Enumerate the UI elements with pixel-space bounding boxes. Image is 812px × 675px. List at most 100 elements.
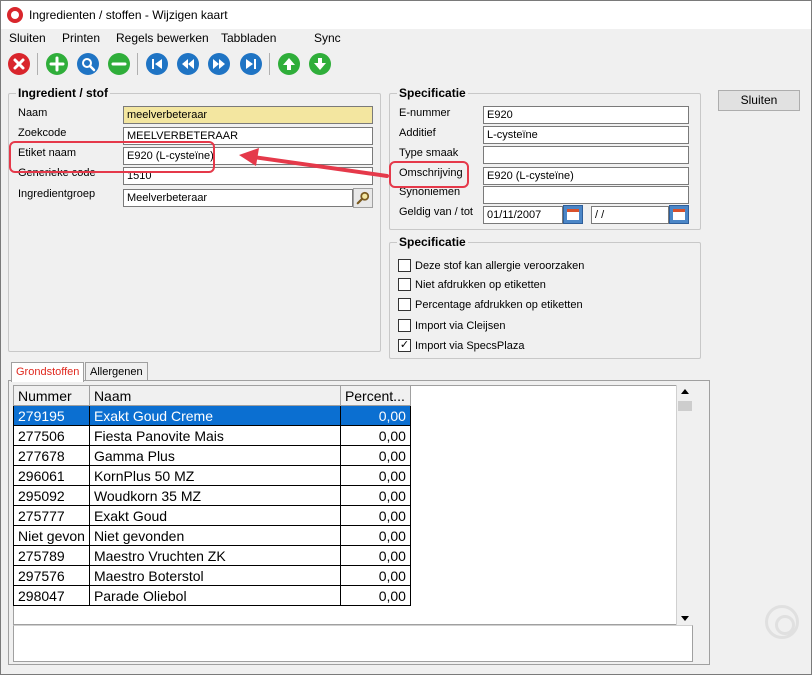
cleijsen-checkbox[interactable] [398, 319, 411, 332]
omschrijving-highlight [389, 161, 469, 188]
magnifier-icon [356, 191, 370, 205]
add-button[interactable] [45, 52, 69, 76]
etiket-naam-highlight [9, 141, 215, 173]
scroll-thumb[interactable] [678, 401, 692, 411]
table-row[interactable]: 298047 Parade Oliebol 0,00 [13, 585, 411, 606]
table-row[interactable]: 275789 Maestro Vruchten ZK 0,00 [13, 545, 411, 566]
first-record-button[interactable] [145, 52, 169, 76]
menu-sluiten[interactable]: Sluiten [9, 31, 46, 45]
geldig-van-field[interactable]: 01/11/2007 [483, 206, 563, 224]
title-bar: Ingredienten / stoffen - Wijzigen kaart [1, 1, 811, 29]
next-icon [208, 53, 230, 75]
menu-bar: Sluiten Printen Regels bewerken Tabblade… [1, 29, 811, 49]
toolbar [1, 49, 811, 79]
cell-nummer: 275789 [13, 545, 90, 566]
cell-nummer: 296061 [13, 465, 90, 486]
cell-naam: Woudkorn 35 MZ [88, 485, 341, 506]
add-icon [46, 53, 68, 75]
allergie-label: Deze stof kan allergie veroorzaken [415, 260, 585, 272]
cell-naam: Maestro Boterstol [88, 565, 341, 586]
e-nummer-field[interactable]: E920 [483, 106, 689, 124]
naam-field[interactable]: meelverbeteraar [123, 106, 373, 124]
main-window: Ingredienten / stoffen - Wijzigen kaart … [0, 0, 812, 675]
grid-vertical-scrollbar[interactable] [676, 385, 693, 625]
cell-naam: Exakt Goud Creme [88, 405, 341, 426]
type-smaak-field[interactable] [483, 146, 689, 164]
table-row[interactable]: Niet gevon Niet gevonden 0,00 [13, 525, 411, 546]
table-row[interactable]: 297576 Maestro Boterstol 0,00 [13, 565, 411, 586]
column-header-percent[interactable]: Percent... [339, 385, 411, 406]
cell-nummer: Niet gevon [13, 525, 90, 546]
column-header-naam[interactable]: Naam [88, 385, 341, 406]
previous-icon [177, 53, 199, 75]
next-record-button[interactable] [207, 52, 231, 76]
omschrijving-field[interactable]: E920 (L-cysteïne) [483, 167, 689, 185]
close-record-button[interactable] [7, 52, 31, 76]
scroll-up-icon[interactable] [681, 389, 689, 394]
menu-regels-bewerken[interactable]: Regels bewerken [116, 31, 209, 45]
menu-sync[interactable]: Sync [314, 31, 341, 45]
niet-afdrukken-label: Niet afdrukken op etiketten [415, 279, 546, 291]
e-nummer-label: E-nummer [399, 107, 451, 119]
last-record-button[interactable] [239, 52, 263, 76]
tab-grondstoffen[interactable]: Grondstoffen [11, 362, 85, 382]
column-header-nummer[interactable]: Nummer [13, 385, 90, 406]
menu-tabbladen[interactable]: Tabbladen [221, 31, 276, 45]
cell-percent: 0,00 [339, 485, 411, 506]
table-header: Nummer Naam Percent... [13, 385, 411, 406]
previous-record-button[interactable] [176, 52, 200, 76]
first-icon [146, 53, 168, 75]
tab-allergenen[interactable]: Allergenen [85, 362, 148, 381]
type-smaak-label: Type smaak [399, 147, 459, 159]
table-row[interactable]: 296061 KornPlus 50 MZ 0,00 [13, 465, 411, 486]
cell-percent: 0,00 [339, 545, 411, 566]
table-row[interactable]: 277678 Gamma Plus 0,00 [13, 445, 411, 466]
table-row[interactable]: 279195 Exakt Goud Creme 0,00 [13, 405, 411, 426]
cell-naam: KornPlus 50 MZ [88, 465, 341, 486]
allergie-checkbox[interactable] [398, 259, 411, 272]
grid-footer [13, 625, 693, 662]
ingredientgroep-field[interactable]: Meelverbeteraar [123, 189, 353, 207]
table-row[interactable]: 277506 Fiesta Panovite Mais 0,00 [13, 425, 411, 446]
calendar-van-icon[interactable] [563, 205, 583, 224]
percentage-label: Percentage afdrukken op etiketten [415, 299, 583, 311]
cell-nummer: 295092 [13, 485, 90, 506]
geldig-tot-field[interactable]: / / [591, 206, 669, 224]
remove-button[interactable] [107, 52, 131, 76]
search-button[interactable] [76, 52, 100, 76]
percentage-checkbox[interactable] [398, 298, 411, 311]
sluiten-button[interactable]: Sluiten [718, 90, 800, 111]
synoniemen-field[interactable] [483, 186, 689, 204]
ingredientgroep-label: Ingredientgroep [18, 188, 96, 200]
niet-afdrukken-checkbox[interactable] [398, 278, 411, 291]
cleijsen-label: Import via Cleijsen [415, 320, 506, 332]
cell-nummer: 298047 [13, 585, 90, 606]
ingredient-group-title: Ingredient / stof [16, 86, 110, 100]
cell-percent: 0,00 [339, 465, 411, 486]
app-logo-icon [7, 7, 23, 23]
calendar-tot-icon[interactable] [669, 205, 689, 224]
menu-printen[interactable]: Printen [62, 31, 100, 45]
cell-nummer: 277678 [13, 445, 90, 466]
table-row[interactable]: 295092 Woudkorn 35 MZ 0,00 [13, 485, 411, 506]
ingredientgroep-lookup-button[interactable] [353, 188, 373, 208]
cell-percent: 0,00 [339, 445, 411, 466]
specsplaza-label: Import via SpecsPlaza [415, 340, 525, 352]
cell-naam: Maestro Vruchten ZK [88, 545, 341, 566]
annotation-arrow [239, 148, 389, 178]
cell-percent: 0,00 [339, 565, 411, 586]
cell-percent: 0,00 [339, 505, 411, 526]
move-down-button[interactable] [308, 52, 332, 76]
cell-percent: 0,00 [339, 585, 411, 606]
table-row[interactable]: 275777 Exakt Goud 0,00 [13, 505, 411, 526]
close-icon [8, 53, 30, 75]
cell-nummer: 277506 [13, 425, 90, 446]
move-up-button[interactable] [277, 52, 301, 76]
scroll-down-icon[interactable] [681, 616, 689, 621]
additief-field[interactable]: L-cysteïne [483, 126, 689, 144]
cell-percent: 0,00 [339, 425, 411, 446]
specsplaza-checkbox[interactable]: ✓ [398, 339, 411, 352]
specificatie-options-title: Specificatie [397, 235, 468, 249]
watermark-logo-icon [765, 605, 799, 639]
move-up-icon [278, 53, 300, 75]
